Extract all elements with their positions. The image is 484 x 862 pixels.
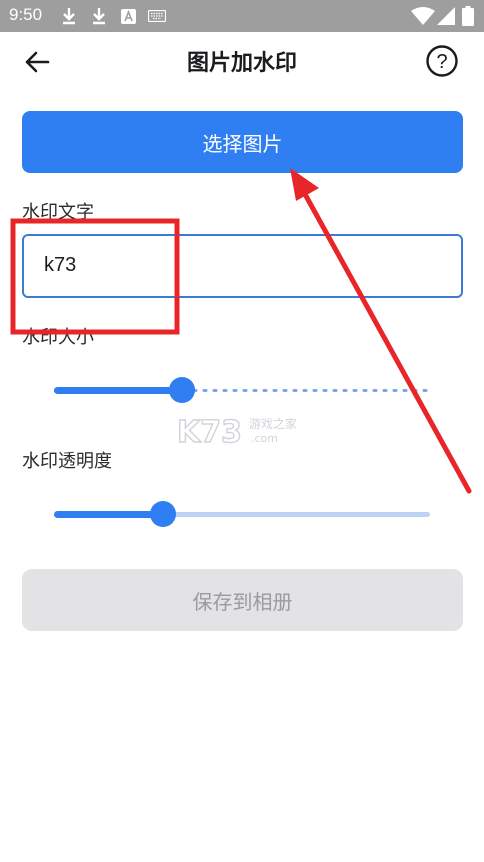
page-title: 图片加水印 <box>186 51 297 76</box>
watermark-size-slider[interactable] <box>54 375 430 405</box>
keyboard-icon <box>148 10 166 22</box>
status-time: 9:50 <box>9 5 43 24</box>
slider-track-active <box>54 511 163 518</box>
k73-watermark-logo: K73 游戏之家 .com <box>177 414 297 450</box>
svg-text:K73: K73 <box>177 415 242 450</box>
status-bar: 9:50 <box>0 0 484 32</box>
watermark-text-value: k73 <box>44 254 77 276</box>
watermark-opacity-slider[interactable] <box>54 499 430 529</box>
download-icon <box>93 8 105 25</box>
save-to-album-label: 保存到相册 <box>192 589 293 614</box>
watermark-text-input[interactable]: k73 <box>22 234 463 298</box>
download-icon <box>63 8 75 25</box>
a-notification-icon <box>121 9 136 24</box>
help-circle-icon: ? <box>426 45 458 77</box>
battery-icon <box>462 6 474 26</box>
slider-thumb[interactable] <box>169 377 195 403</box>
help-glyph: ? <box>436 51 447 73</box>
select-image-label: 选择图片 <box>202 131 283 156</box>
svg-text:.com: .com <box>251 432 278 445</box>
help-button[interactable]: ? <box>425 44 459 78</box>
wifi-icon <box>411 7 435 25</box>
select-image-button[interactable]: 选择图片 <box>22 111 463 173</box>
watermark-size-label: 水印大小 <box>22 327 94 348</box>
svg-text:游戏之家: 游戏之家 <box>249 416 297 431</box>
slider-thumb[interactable] <box>150 501 176 527</box>
watermark-opacity-label: 水印透明度 <box>22 451 112 472</box>
app-bar: 图片加水印 ? <box>0 32 484 90</box>
slider-track-active <box>54 387 182 394</box>
save-to-album-button[interactable]: 保存到相册 <box>22 569 463 631</box>
signal-icon <box>437 7 455 25</box>
watermark-text-label: 水印文字 <box>22 202 94 223</box>
